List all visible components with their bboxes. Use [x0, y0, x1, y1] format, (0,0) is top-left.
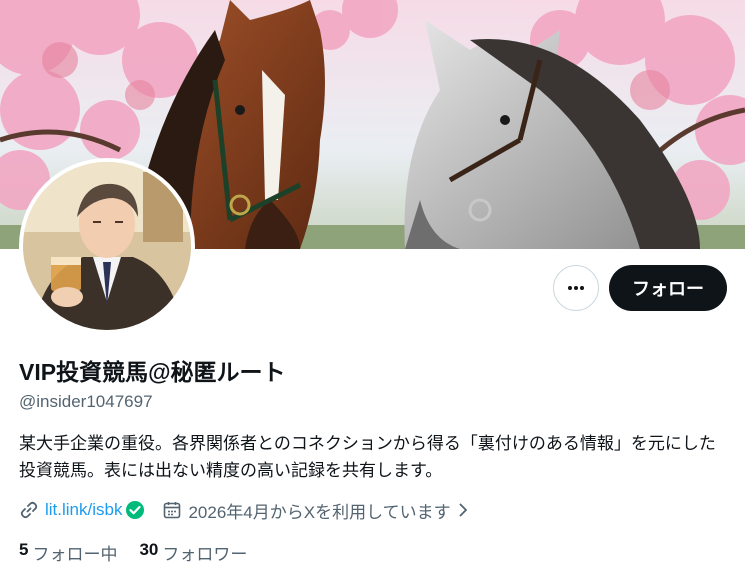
- more-options-button[interactable]: [553, 265, 599, 311]
- profile-bio: 某大手企業の重役。各界関係者とのコネクションから得る「裏付けのある情報」を元にし…: [19, 434, 716, 480]
- follow-stats: 5 フォロー中 30 フォロワー: [19, 540, 247, 565]
- ellipsis-icon: [568, 286, 584, 290]
- calendar-icon: [162, 500, 182, 520]
- followers-count: 30: [139, 540, 159, 559]
- profile-meta: lit.link/isbk 2026年4月からXを利用しています: [19, 498, 471, 522]
- following-count: 5: [19, 540, 29, 559]
- verified-badge-icon: [125, 500, 145, 520]
- profile-link[interactable]: lit.link/isbk: [45, 500, 122, 520]
- joined-date[interactable]: 2026年4月からXを利用しています: [188, 498, 450, 523]
- link-icon: [19, 500, 39, 520]
- followers-stat[interactable]: 30 フォロワー: [139, 540, 247, 565]
- following-stat[interactable]: 5 フォロー中: [19, 540, 117, 565]
- profile-avatar[interactable]: [19, 158, 195, 334]
- following-label: フォロー中: [32, 545, 118, 564]
- followers-label: フォロワー: [162, 545, 248, 564]
- user-handle: @insider1047697: [19, 392, 153, 411]
- display-name: VIP投資競馬@秘匿ルート: [19, 359, 286, 385]
- follow-button[interactable]: フォロー: [609, 265, 727, 311]
- avatar-image: [23, 162, 191, 330]
- chevron-right-icon[interactable]: [455, 502, 471, 518]
